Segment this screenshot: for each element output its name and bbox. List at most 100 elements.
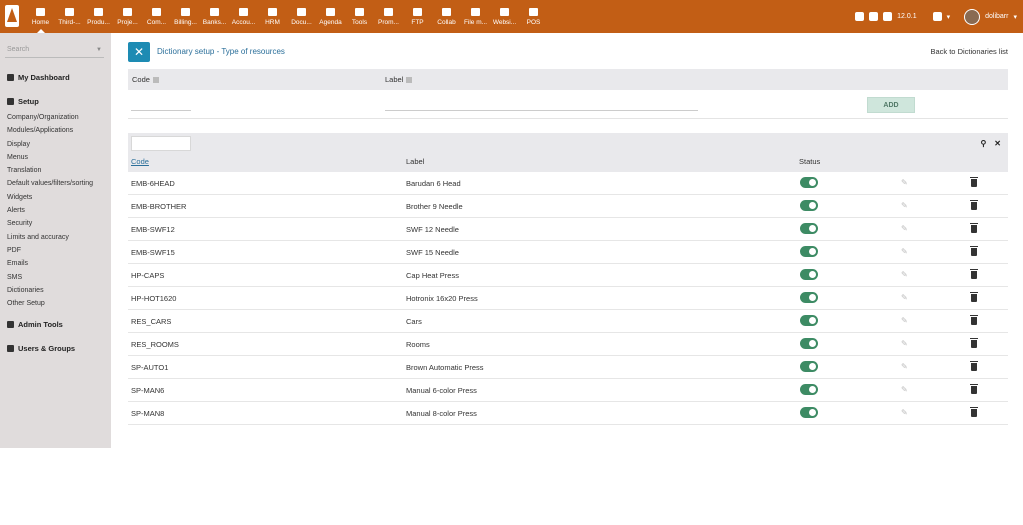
menu-item[interactable]: Home — [26, 0, 55, 33]
menu-item[interactable]: HRM — [258, 0, 287, 33]
sidebar-link[interactable]: Dictionaries — [7, 284, 93, 297]
clear-filter-icon[interactable]: ✕ — [994, 139, 1001, 148]
chevron-down-icon[interactable]: ▼ — [96, 47, 102, 53]
sidebar-item-admin-tools[interactable]: Admin Tools — [7, 320, 63, 329]
bug-icon[interactable] — [855, 12, 865, 21]
menu-item[interactable]: Proje... — [113, 0, 142, 33]
sidebar-link[interactable]: Widgets — [7, 191, 93, 204]
menu-item[interactable]: Tools — [345, 0, 374, 33]
row-label: Cars — [406, 317, 422, 326]
status-toggle[interactable] — [800, 361, 818, 372]
trash-icon[interactable] — [970, 361, 978, 371]
pencil-icon[interactable]: ✎ — [901, 224, 908, 233]
sidebar-link[interactable]: Modules/Applications — [7, 124, 93, 137]
dolibarr-logo[interactable] — [5, 5, 19, 27]
status-toggle[interactable] — [800, 269, 818, 280]
trash-icon[interactable] — [970, 315, 978, 325]
trash-icon[interactable] — [970, 338, 978, 348]
menu-item[interactable]: Com... — [142, 0, 171, 33]
pencil-icon[interactable]: ✎ — [901, 385, 908, 394]
sidebar-link[interactable]: Security — [7, 217, 93, 230]
sidebar-link[interactable]: Limits and accuracy — [7, 231, 93, 244]
menu-item[interactable]: Agenda — [316, 0, 345, 33]
avatar[interactable] — [964, 8, 981, 25]
status-toggle[interactable] — [800, 177, 818, 188]
code-filter-input[interactable] — [131, 136, 191, 151]
sitemap-icon — [123, 8, 132, 16]
menu-item-label: Com... — [146, 19, 167, 26]
menu-item-label: Agenda — [319, 19, 342, 26]
chevron-down-icon[interactable]: ▾ — [947, 13, 951, 21]
sidebar-link[interactable]: Other Setup — [7, 297, 93, 310]
users-icon — [7, 345, 14, 352]
home-icon — [36, 8, 45, 16]
menu-item[interactable]: Docu... — [287, 0, 316, 33]
sidebar-link[interactable]: PDF — [7, 244, 93, 257]
menu-item[interactable]: Websi... — [490, 0, 519, 33]
trash-icon[interactable] — [970, 246, 978, 256]
invoice-icon — [181, 8, 190, 16]
menu-item[interactable]: Collab — [432, 0, 461, 33]
print-icon[interactable] — [869, 12, 879, 21]
username[interactable]: dolibarr — [985, 13, 1008, 20]
sidebar-item-users-groups[interactable]: Users & Groups — [7, 344, 75, 353]
trash-icon[interactable] — [970, 223, 978, 233]
code-input[interactable] — [131, 98, 191, 111]
column-header-code[interactable]: Code — [131, 157, 149, 166]
menu-item[interactable]: FTP — [403, 0, 432, 33]
back-to-dictionaries-link[interactable]: Back to Dictionaries list — [930, 47, 1008, 56]
column-header-label: Label — [406, 157, 425, 166]
folder-icon — [297, 8, 306, 16]
pencil-icon[interactable]: ✎ — [901, 316, 908, 325]
trash-icon[interactable] — [970, 177, 978, 187]
pencil-icon[interactable]: ✎ — [901, 247, 908, 256]
user-chevron-down-icon[interactable]: ▾ — [1013, 13, 1017, 21]
status-toggle[interactable] — [800, 407, 818, 418]
status-toggle[interactable] — [800, 315, 818, 326]
search-input[interactable]: Search ▼ — [5, 44, 104, 58]
status-toggle[interactable] — [800, 246, 818, 257]
pencil-icon[interactable]: ✎ — [901, 339, 908, 348]
menu-item[interactable]: Third-... — [55, 0, 84, 33]
status-toggle[interactable] — [800, 292, 818, 303]
sidebar-link[interactable]: Menus — [7, 151, 93, 164]
trash-icon[interactable] — [970, 269, 978, 279]
trash-icon[interactable] — [970, 292, 978, 302]
sidebar-link[interactable]: Alerts — [7, 204, 93, 217]
status-toggle[interactable] — [800, 384, 818, 395]
pencil-icon[interactable]: ✎ — [901, 270, 908, 279]
pencil-icon[interactable]: ✎ — [901, 178, 908, 187]
trash-icon[interactable] — [970, 200, 978, 210]
sidebar-link[interactable]: Default values/filters/sorting — [7, 177, 93, 190]
promo-icon — [384, 8, 393, 16]
search-icon[interactable]: ⚲ — [980, 139, 986, 148]
sidebar-item-my-dashboard[interactable]: My Dashboard — [7, 73, 70, 82]
cash-register-icon — [529, 8, 538, 16]
menu-item[interactable]: Billing... — [171, 0, 200, 33]
menu-item[interactable]: File m... — [461, 0, 490, 33]
sidebar-link[interactable]: Company/Organization — [7, 111, 93, 124]
bookmark-star-icon[interactable] — [932, 12, 942, 21]
status-toggle[interactable] — [800, 338, 818, 349]
menu-item[interactable]: Produ... — [84, 0, 113, 33]
pencil-icon[interactable]: ✎ — [901, 293, 908, 302]
pencil-icon[interactable]: ✎ — [901, 408, 908, 417]
label-input[interactable] — [385, 98, 698, 111]
menu-item[interactable]: POS — [519, 0, 548, 33]
menu-item[interactable]: Banks... — [200, 0, 229, 33]
pencil-icon[interactable]: ✎ — [901, 201, 908, 210]
sidebar-link[interactable]: Translation — [7, 164, 93, 177]
sidebar-link[interactable]: Display — [7, 138, 93, 151]
sidebar-item-setup[interactable]: Setup — [7, 97, 39, 106]
menu-item[interactable]: Prom... — [374, 0, 403, 33]
pencil-icon[interactable]: ✎ — [901, 362, 908, 371]
sidebar-link[interactable]: SMS — [7, 271, 93, 284]
trash-icon[interactable] — [970, 384, 978, 394]
status-toggle[interactable] — [800, 200, 818, 211]
sidebar-link[interactable]: Emails — [7, 257, 93, 270]
trash-icon[interactable] — [970, 407, 978, 417]
menu-item[interactable]: Accou... — [229, 0, 258, 33]
help-icon[interactable] — [883, 12, 893, 21]
status-toggle[interactable] — [800, 223, 818, 234]
add-button[interactable]: ADD — [867, 97, 915, 113]
